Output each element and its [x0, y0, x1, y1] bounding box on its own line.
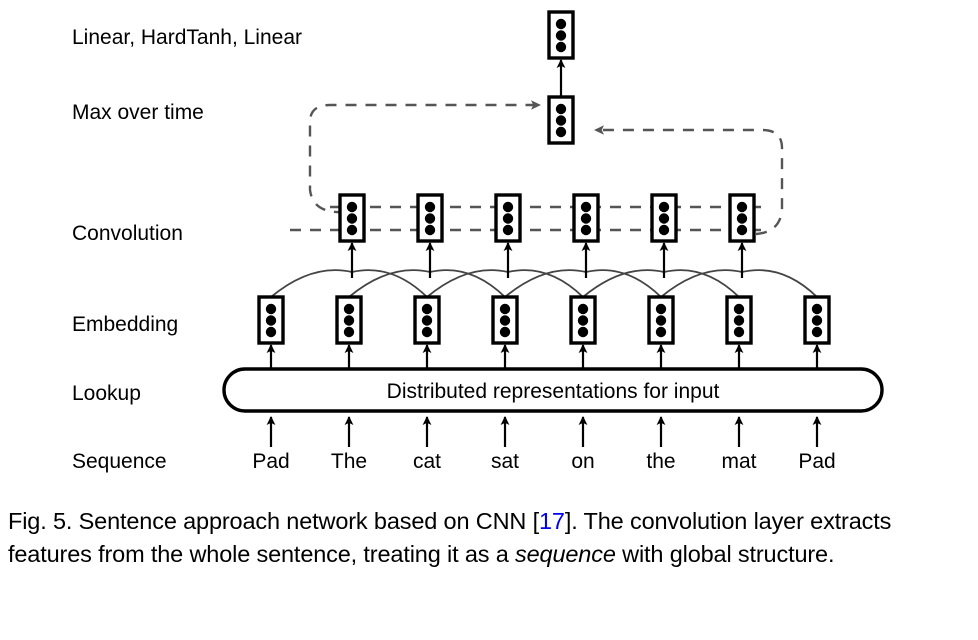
convolution-dot-2-0	[502, 201, 514, 213]
figure-caption: Fig. 5. Sentence approach network based …	[8, 505, 968, 571]
caption-emphasis: sequence	[515, 541, 616, 567]
embedding-dot-5-1	[655, 315, 667, 326]
embedding-box-2	[413, 295, 441, 345]
embedding-boxes	[257, 295, 831, 345]
embedding-dot-4-0	[577, 303, 589, 315]
embedding-dot-0-2	[265, 326, 277, 338]
embedding-dot-0-1	[265, 315, 277, 326]
max-over-time-dot-0	[555, 103, 567, 115]
row-label-max: Max over time	[72, 101, 204, 124]
output-dot-2	[555, 41, 567, 53]
convolution-dot-1-0	[424, 201, 436, 213]
embedding-dot-2-2	[421, 326, 433, 338]
lookup-box-label: Distributed representations for input	[387, 380, 720, 403]
convolution-dot-0-0	[346, 201, 358, 213]
embedding-dot-1-1	[343, 315, 355, 326]
embedding-dot-1-2	[343, 326, 355, 338]
conv-arc-left-2	[426, 269, 509, 298]
embedding-dot-4-1	[577, 315, 589, 326]
output-dot-1	[555, 30, 567, 41]
sequence-words: Pad The cat sat on the mat Pad	[252, 450, 835, 473]
embedding-dot-7-0	[811, 303, 823, 315]
row-label-embedding: Embedding	[72, 313, 178, 336]
sequence-word-6: mat	[721, 450, 756, 473]
embedding-dot-0-0	[265, 303, 277, 315]
embedding-dot-5-0	[655, 303, 667, 315]
convolution-box-2	[494, 193, 522, 243]
embedding-dot-3-1	[499, 315, 511, 326]
convolution-box-0	[338, 193, 366, 243]
row-label-sequence: Sequence	[72, 450, 167, 473]
caption-prefix: Fig. 5. Sentence approach network based …	[8, 508, 539, 534]
embedding-box-5	[647, 295, 675, 345]
embedding-box-7	[803, 295, 831, 345]
row-label-output: Linear, HardTanh, Linear	[72, 26, 302, 49]
sequence-word-2: cat	[413, 450, 441, 473]
row-label-convolution: Convolution	[72, 222, 183, 245]
output-box	[547, 10, 575, 60]
output-dot-0	[555, 18, 567, 30]
sequence-arrows	[266, 416, 822, 447]
embedding-box-0	[257, 295, 285, 345]
figure-sentence-approach-cnn: Linear, HardTanh, Linear Max over time C…	[0, 0, 978, 500]
convolution-dot-1-2	[424, 224, 436, 236]
convolution-dot-2-1	[502, 213, 514, 224]
sequence-word-0: Pad	[252, 450, 289, 473]
sequence-word-7: Pad	[798, 450, 835, 473]
embedding-box-6	[725, 295, 753, 345]
embedding-dot-2-1	[421, 315, 433, 326]
convolution-dot-0-2	[346, 224, 358, 236]
convolution-dot-1-1	[424, 213, 436, 224]
embedding-box-1	[335, 295, 363, 345]
embedding-dot-7-1	[811, 315, 823, 326]
embedding-dot-6-0	[733, 303, 745, 315]
caption-suffix: with global structure.	[615, 541, 835, 567]
convolution-box-1	[416, 193, 444, 243]
max-over-time-box	[547, 95, 575, 145]
embedding-dot-6-1	[733, 315, 745, 326]
conv-arc-left-5	[660, 269, 743, 298]
embedding-dot-7-2	[811, 326, 823, 338]
embedding-box-3	[491, 295, 519, 345]
convolution-dot-3-2	[580, 224, 592, 236]
conv-arc-left-3	[504, 269, 587, 298]
convolution-box-3	[572, 193, 600, 243]
embedding-box-4	[569, 295, 597, 345]
conv-arc-left-1	[348, 269, 431, 298]
convolution-box-5	[728, 193, 756, 243]
sequence-word-1: The	[331, 450, 367, 473]
sequence-word-3: sat	[491, 450, 519, 473]
lookup-box: Distributed representations for input	[222, 367, 884, 413]
convolution-dot-4-0	[658, 201, 670, 213]
convolution-dot-4-2	[658, 224, 670, 236]
conv-arc-left-4	[582, 269, 665, 298]
convolution-dot-5-2	[736, 224, 748, 236]
embedding-dot-1-0	[343, 303, 355, 315]
embedding-dot-3-2	[499, 326, 511, 338]
sequence-word-4: on	[571, 450, 594, 473]
caption-reference-link[interactable]: 17	[539, 508, 565, 534]
convolution-box-4	[650, 193, 678, 243]
embedding-dot-4-2	[577, 326, 589, 338]
conv-arc-left-0	[270, 269, 353, 298]
convolution-dot-3-1	[580, 213, 592, 224]
conv-arc-right-5	[741, 269, 818, 298]
embedding-dot-3-0	[499, 303, 511, 315]
lookup-to-embedding-arrows	[266, 344, 822, 369]
max-over-time-dot-1	[555, 115, 567, 126]
convolution-dot-5-1	[736, 213, 748, 224]
embedding-dot-5-2	[655, 326, 667, 338]
row-label-lookup: Lookup	[72, 382, 141, 405]
embedding-dot-6-2	[733, 326, 745, 338]
convolution-boxes	[338, 193, 756, 243]
sequence-word-5: the	[646, 450, 675, 473]
embedding-dot-2-0	[421, 303, 433, 315]
convolution-dot-5-0	[736, 201, 748, 213]
convolution-dot-2-2	[502, 224, 514, 236]
max-over-time-dot-2	[555, 126, 567, 138]
convolution-dot-0-1	[346, 213, 358, 224]
convolution-dot-3-0	[580, 201, 592, 213]
convolution-dot-4-1	[658, 213, 670, 224]
